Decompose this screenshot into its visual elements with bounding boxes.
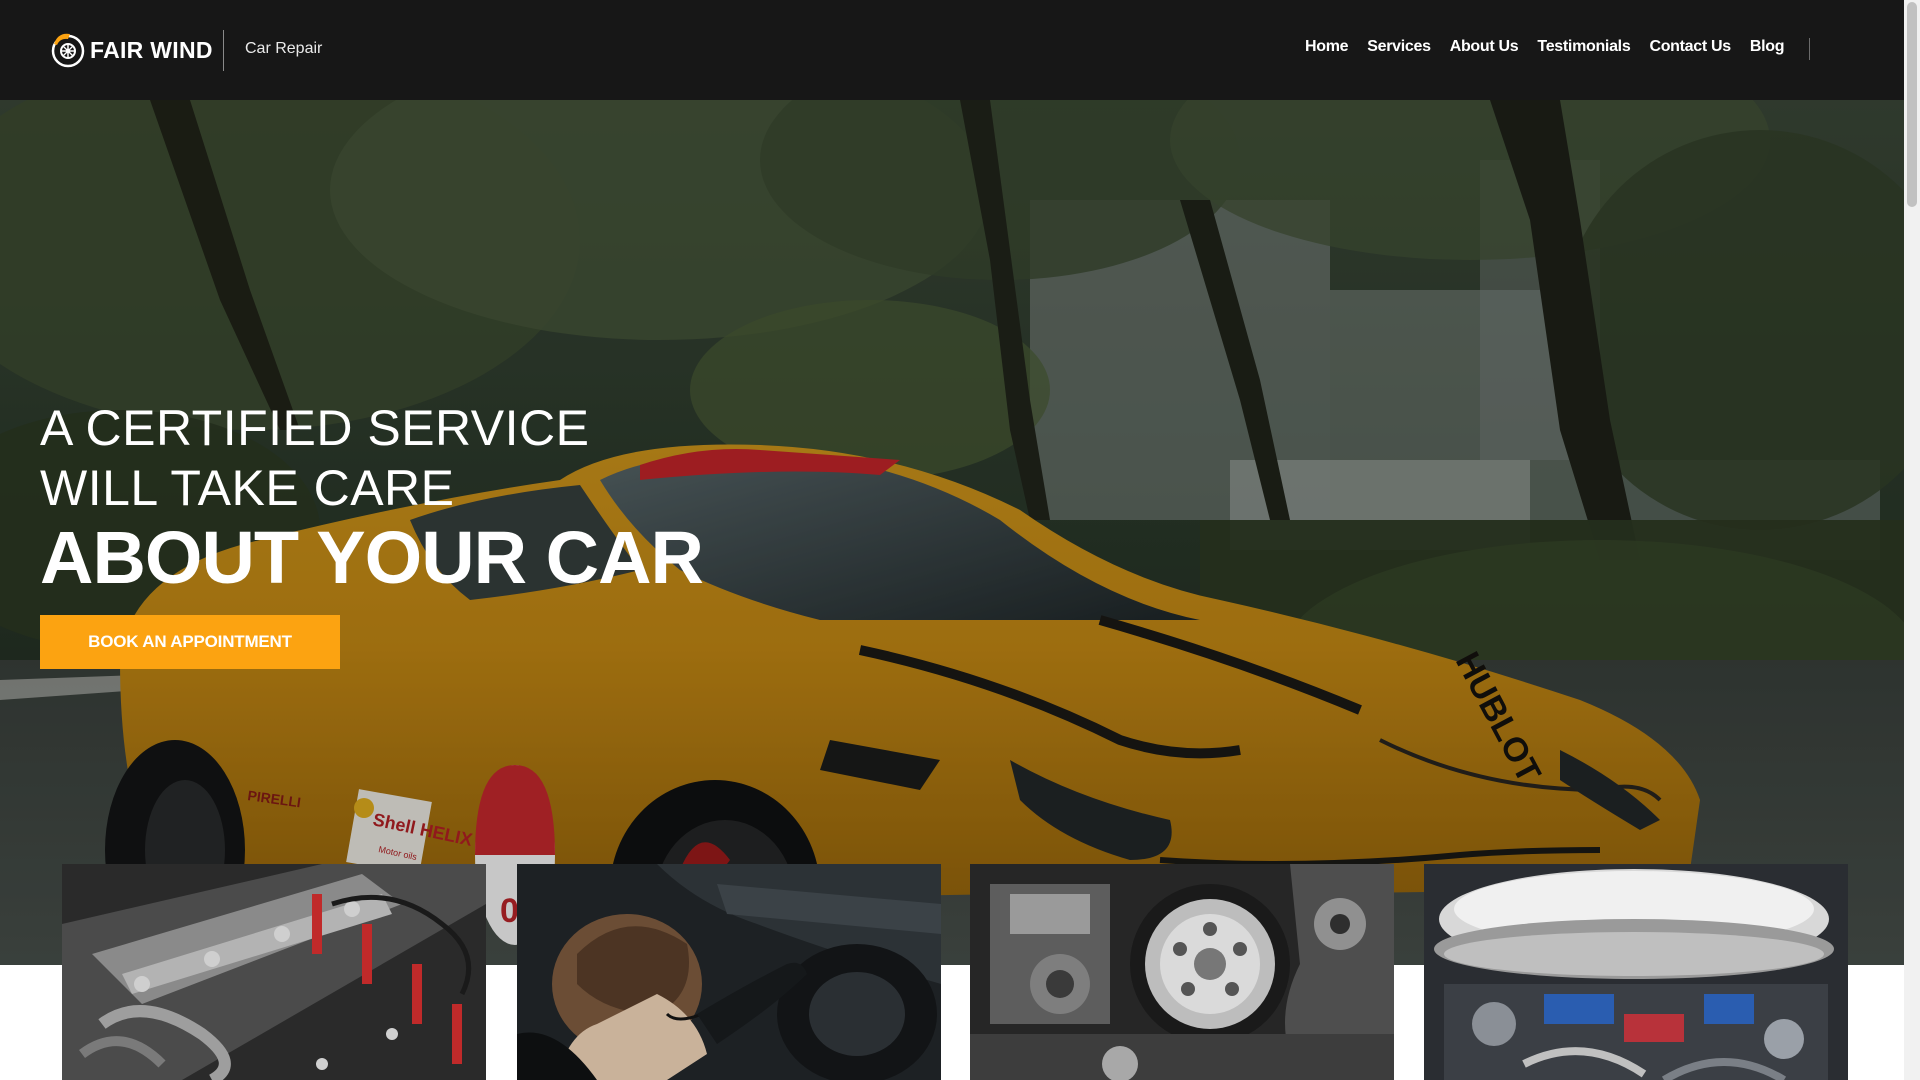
logo-divider	[223, 30, 224, 71]
service-cards	[62, 864, 1848, 1080]
nav-testimonials[interactable]: Testimonials	[1537, 38, 1630, 56]
main-nav: Home Services About Us Testimonials Cont…	[1305, 38, 1785, 56]
hero-heading-line1: A CERTIFIED SERVICE	[40, 400, 590, 456]
tagline: Car Repair	[245, 40, 323, 57]
service-card-3[interactable]	[970, 864, 1394, 1080]
nav-services[interactable]: Services	[1367, 38, 1431, 56]
book-appointment-button[interactable]: BOOK AN APPOINTMENT	[40, 615, 340, 669]
site-header: FAIR WIND Car Repair Home Services About…	[0, 0, 1904, 100]
page-scrollbar[interactable]	[1904, 0, 1920, 1080]
hero-heading-line2: WILL TAKE CARE	[40, 460, 455, 516]
hero-heading-emphasis: ABOUT YOUR CAR	[40, 516, 704, 599]
logo[interactable]: FAIR WIND	[48, 29, 213, 71]
nav-about-us[interactable]: About Us	[1450, 38, 1519, 56]
page: FAIR WIND Car Repair Home Services About…	[0, 0, 1920, 1080]
mechanic-photo-icon	[517, 864, 941, 1080]
nav-blog[interactable]: Blog	[1750, 38, 1785, 56]
service-card-4[interactable]	[1424, 864, 1848, 1080]
nav-contact-us[interactable]: Contact Us	[1649, 38, 1731, 56]
hero-section: HUBLOT 06 Shell HELIX Motor oils PIRELLI	[0, 100, 1904, 965]
scrollbar-thumb[interactable]	[1907, 2, 1917, 207]
service-card-2[interactable]	[517, 864, 941, 1080]
brand-name: FAIR WIND	[90, 36, 213, 63]
engine-valve-photo-icon	[62, 864, 486, 1080]
service-card-1[interactable]	[62, 864, 486, 1080]
nav-home[interactable]: Home	[1305, 38, 1349, 56]
wheel-logo-icon	[51, 33, 85, 68]
engine-pulley-photo-icon	[970, 864, 1394, 1080]
hero-heading: A CERTIFIED SERVICE WILL TAKE CARE ABOUT…	[40, 398, 704, 600]
nav-separator	[1809, 38, 1810, 60]
air-filter-photo-icon	[1424, 864, 1848, 1080]
